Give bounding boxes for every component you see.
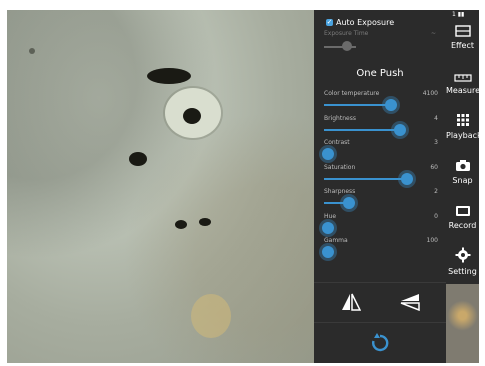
slider-value: 2 [434, 188, 438, 195]
toolbar-setting-button[interactable]: Setting [446, 247, 479, 276]
toolbar-label: Playback [446, 131, 482, 140]
effect-icon [446, 22, 479, 41]
toolbar-record-button[interactable]: Record [446, 202, 479, 230]
slider-label: Contrast 3 [324, 139, 438, 146]
reset-controls [314, 322, 446, 364]
flip-vertical-icon[interactable] [400, 293, 420, 311]
slider-label: Hue 0 [324, 212, 438, 220]
toolbar-playback-button[interactable]: Playback [446, 112, 482, 140]
exposure-time-slider-thumb[interactable] [342, 41, 352, 51]
one-push-button[interactable]: One Push [314, 68, 446, 79]
slider-label: Saturation 60 [324, 163, 438, 171]
slider-label: Sharpness 2 [324, 188, 438, 195]
checkbox-checked-icon[interactable]: ✓ [326, 19, 333, 26]
exposure-time-label: Exposure Time [324, 30, 369, 37]
slider-label: Color temperature 4100 [324, 90, 438, 97]
preview-shading [7, 10, 314, 363]
slider-track[interactable] [324, 177, 407, 180]
preview-feature [147, 68, 191, 84]
slider-value: 4 [434, 114, 438, 122]
slider-thumb[interactable] [322, 221, 334, 234]
slider-thumb[interactable] [342, 197, 355, 209]
slider-thumb[interactable] [322, 148, 334, 160]
slider-thumb[interactable] [385, 99, 398, 111]
preview-feature [129, 152, 147, 166]
gear-icon [446, 247, 479, 267]
slider-value: 3 [434, 139, 438, 146]
slider-thumb[interactable] [322, 246, 334, 258]
flip-horizontal-icon[interactable] [341, 293, 361, 311]
status-indicator: 1 ▮▮ [452, 11, 465, 18]
preview-feature [191, 294, 231, 338]
slider-label: Gamma 100 [324, 237, 438, 244]
preview-feature [183, 108, 201, 124]
exposure-time-value: ~ [430, 30, 436, 37]
slider-value: 0 [434, 212, 438, 220]
toolbar-label: Measure [446, 86, 480, 95]
toolbar-snap-button[interactable]: Snap [446, 157, 479, 185]
auto-exposure-toggle[interactable]: ✓ Auto Exposure [326, 18, 394, 27]
toolbar-label: Record [448, 221, 477, 230]
preview-feature [29, 48, 35, 54]
toolbar-measure-button[interactable]: Measure [446, 67, 480, 95]
ruler-icon [446, 67, 479, 86]
toolbar-label: Snap [452, 176, 473, 185]
auto-exposure-label: Auto Exposure [336, 18, 395, 27]
reset-icon[interactable] [369, 332, 391, 354]
camera-preview[interactable] [7, 10, 314, 363]
toolbar-label: Setting [448, 267, 477, 276]
video-icon [446, 202, 479, 221]
flip-controls [314, 282, 446, 323]
slider-thumb[interactable] [394, 123, 407, 136]
slider-value: 60 [430, 163, 438, 171]
slider-label: Brightness 4 [324, 114, 438, 122]
app-window: ✓ Auto Exposure Exposure Time ~ One Push [0, 0, 485, 366]
settings-panel: ✓ Auto Exposure Exposure Time ~ One Push [314, 10, 446, 363]
toolbar-label: Effect [450, 41, 475, 50]
camera-icon [446, 157, 479, 176]
grid-icon [446, 112, 479, 131]
last-capture-thumbnail[interactable] [446, 284, 479, 363]
slider-value: 100 [426, 237, 438, 244]
slider-track[interactable] [324, 104, 392, 106]
slider-value: 4100 [422, 90, 438, 97]
preview-feature [199, 218, 211, 226]
slider-thumb[interactable] [400, 172, 413, 185]
slider-track[interactable] [324, 128, 401, 131]
toolbar-effect-button[interactable]: Effect [446, 22, 479, 50]
preview-feature [175, 220, 187, 229]
